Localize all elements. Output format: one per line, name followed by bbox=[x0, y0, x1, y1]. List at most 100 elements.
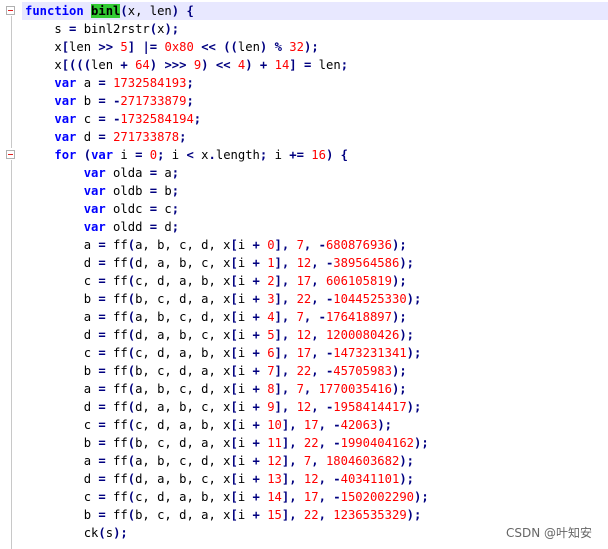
code-token: ); bbox=[399, 454, 414, 468]
code-line[interactable]: var b = -271733879; bbox=[25, 92, 429, 110]
code-line[interactable]: c = ff(c, d, a, b, x[i + 2], 17, 6061058… bbox=[25, 272, 429, 290]
code-line[interactable]: var d = 271733878; bbox=[25, 128, 429, 146]
code-token: ); bbox=[377, 418, 392, 432]
code-token: (( bbox=[223, 40, 238, 54]
code-line[interactable]: var oldc = c; bbox=[25, 200, 429, 218]
code-line[interactable]: b = ff(b, c, d, a, x[i + 7], 22, -457059… bbox=[25, 362, 429, 380]
code-line[interactable]: var oldb = b; bbox=[25, 182, 429, 200]
code-token: a, b, c, d, x bbox=[135, 454, 231, 468]
code-token: ff bbox=[105, 490, 128, 504]
code-token: ff bbox=[105, 292, 128, 306]
code-line[interactable]: for (var i = 0; i < x.length; i += 16) { bbox=[25, 146, 429, 164]
code-token: ( bbox=[127, 256, 136, 270]
code-line[interactable]: x[(((len + 64) >>> 9) << 4) + 14] = len; bbox=[25, 56, 429, 74]
code-token: = bbox=[98, 472, 106, 486]
code-token: a, b, c, d, x bbox=[135, 238, 231, 252]
code-token: ); bbox=[303, 40, 319, 54]
code-line[interactable]: c = ff(c, d, a, b, x[i + 10], 17, -42063… bbox=[25, 416, 429, 434]
code-line[interactable]: a = ff(a, b, c, d, x[i + 0], 7, -6808769… bbox=[25, 236, 429, 254]
code-token: |= bbox=[142, 40, 158, 54]
code-token: 271733879 bbox=[120, 94, 187, 108]
code-token: i bbox=[237, 292, 253, 306]
code-token: b, c, d, a, x bbox=[135, 292, 231, 306]
code-line[interactable]: c = ff(c, d, a, b, x[i + 6], 17, -147323… bbox=[25, 344, 429, 362]
code-token: ( bbox=[127, 328, 136, 342]
code-line[interactable]: x[len >> 5] |= 0x80 << ((len) % 32); bbox=[25, 38, 429, 56]
code-line[interactable]: d = ff(d, a, b, c, x[i + 1], 12, -389564… bbox=[25, 254, 429, 272]
watermark: CSDN @叶知安 bbox=[503, 524, 594, 541]
code-token: b bbox=[25, 364, 99, 378]
code-token: ff bbox=[105, 436, 128, 450]
code-token: ff bbox=[105, 256, 128, 270]
code-token: i bbox=[237, 382, 253, 396]
code-line[interactable]: a = ff(a, b, c, d, x[i + 4], 7, -1764188… bbox=[25, 308, 429, 326]
code-line[interactable]: var oldd = d; bbox=[25, 218, 429, 236]
code-token: [ bbox=[230, 454, 238, 468]
code-line[interactable]: ck(s); bbox=[25, 524, 429, 542]
code-line[interactable]: d = ff(d, a, b, c, x[i + 13], 12, -40341… bbox=[25, 470, 429, 488]
code-token: - bbox=[333, 490, 341, 504]
code-token: = bbox=[98, 382, 106, 396]
code-line[interactable]: var a = 1732584193; bbox=[25, 74, 429, 92]
code-token: ); bbox=[406, 292, 422, 306]
code-line[interactable]: var olda = a; bbox=[25, 164, 429, 182]
code-token: ], bbox=[274, 292, 290, 306]
code-line[interactable]: c = ff(c, d, a, b, x[i + 14], 17, -15020… bbox=[25, 488, 429, 506]
code-token: , bbox=[318, 508, 326, 522]
code-token: a, b, c, d, x bbox=[135, 310, 231, 324]
code-token: 9 bbox=[267, 400, 275, 414]
fold-toggle-function-icon[interactable] bbox=[6, 6, 15, 15]
code-token: [((( bbox=[61, 58, 92, 72]
code-token: 1 bbox=[267, 256, 275, 270]
code-line[interactable]: var c = -1732584194; bbox=[25, 110, 429, 128]
code-token: ); bbox=[414, 490, 429, 504]
code-token: ff bbox=[105, 400, 128, 414]
code-token: 7 bbox=[267, 364, 275, 378]
code-token: = bbox=[98, 508, 106, 522]
code-token: [ bbox=[230, 292, 238, 306]
code-token: len bbox=[91, 58, 121, 72]
code-token: b, c, d, a, x bbox=[135, 508, 231, 522]
code-line[interactable]: function binl(x, len) { bbox=[25, 2, 429, 20]
code-line[interactable]: a = ff(a, b, c, d, x[i + 12], 7, 1804603… bbox=[25, 452, 429, 470]
code-token: ( bbox=[127, 346, 136, 360]
code-line[interactable]: b = ff(b, c, d, a, x[i + 3], 22, -104452… bbox=[25, 290, 429, 308]
code-token: len bbox=[311, 58, 341, 72]
code-token: 7 bbox=[296, 238, 304, 252]
code-token: ( bbox=[83, 148, 92, 162]
code-editor[interactable]: function binl(x, len) { s = binl2rstr(x)… bbox=[25, 2, 429, 542]
code-token: a bbox=[25, 238, 99, 252]
fold-toggle-for-icon[interactable] bbox=[6, 150, 15, 159]
code-line[interactable]: d = ff(d, a, b, c, x[i + 5], 12, 1200080… bbox=[25, 326, 429, 344]
code-token: ], bbox=[274, 382, 290, 396]
code-token: 17 bbox=[303, 490, 319, 504]
code-token: length bbox=[215, 148, 260, 162]
code-token: >>> bbox=[164, 58, 187, 72]
code-token: ; bbox=[171, 202, 180, 216]
code-line[interactable]: b = ff(b, c, d, a, x[i + 11], 22, -19904… bbox=[25, 434, 429, 452]
code-token: a bbox=[25, 310, 99, 324]
code-token: x bbox=[25, 40, 62, 54]
code-token: + bbox=[252, 346, 260, 360]
code-line[interactable]: d = ff(d, a, b, c, x[i + 9], 12, -195841… bbox=[25, 398, 429, 416]
code-line[interactable]: a = ff(a, b, c, d, x[i + 8], 7, 17700354… bbox=[25, 380, 429, 398]
code-token: ], bbox=[274, 256, 290, 270]
code-token: 40341101 bbox=[340, 472, 400, 486]
code-token: c bbox=[76, 112, 99, 126]
code-line[interactable]: b = ff(b, c, d, a, x[i + 15], 22, 123653… bbox=[25, 506, 429, 524]
code-token: ], bbox=[274, 310, 290, 324]
code-line[interactable]: s = binl2rstr(x); bbox=[25, 20, 429, 38]
code-token: ( bbox=[127, 364, 136, 378]
code-token: ); bbox=[399, 328, 414, 342]
code-token: 4 bbox=[267, 310, 275, 324]
